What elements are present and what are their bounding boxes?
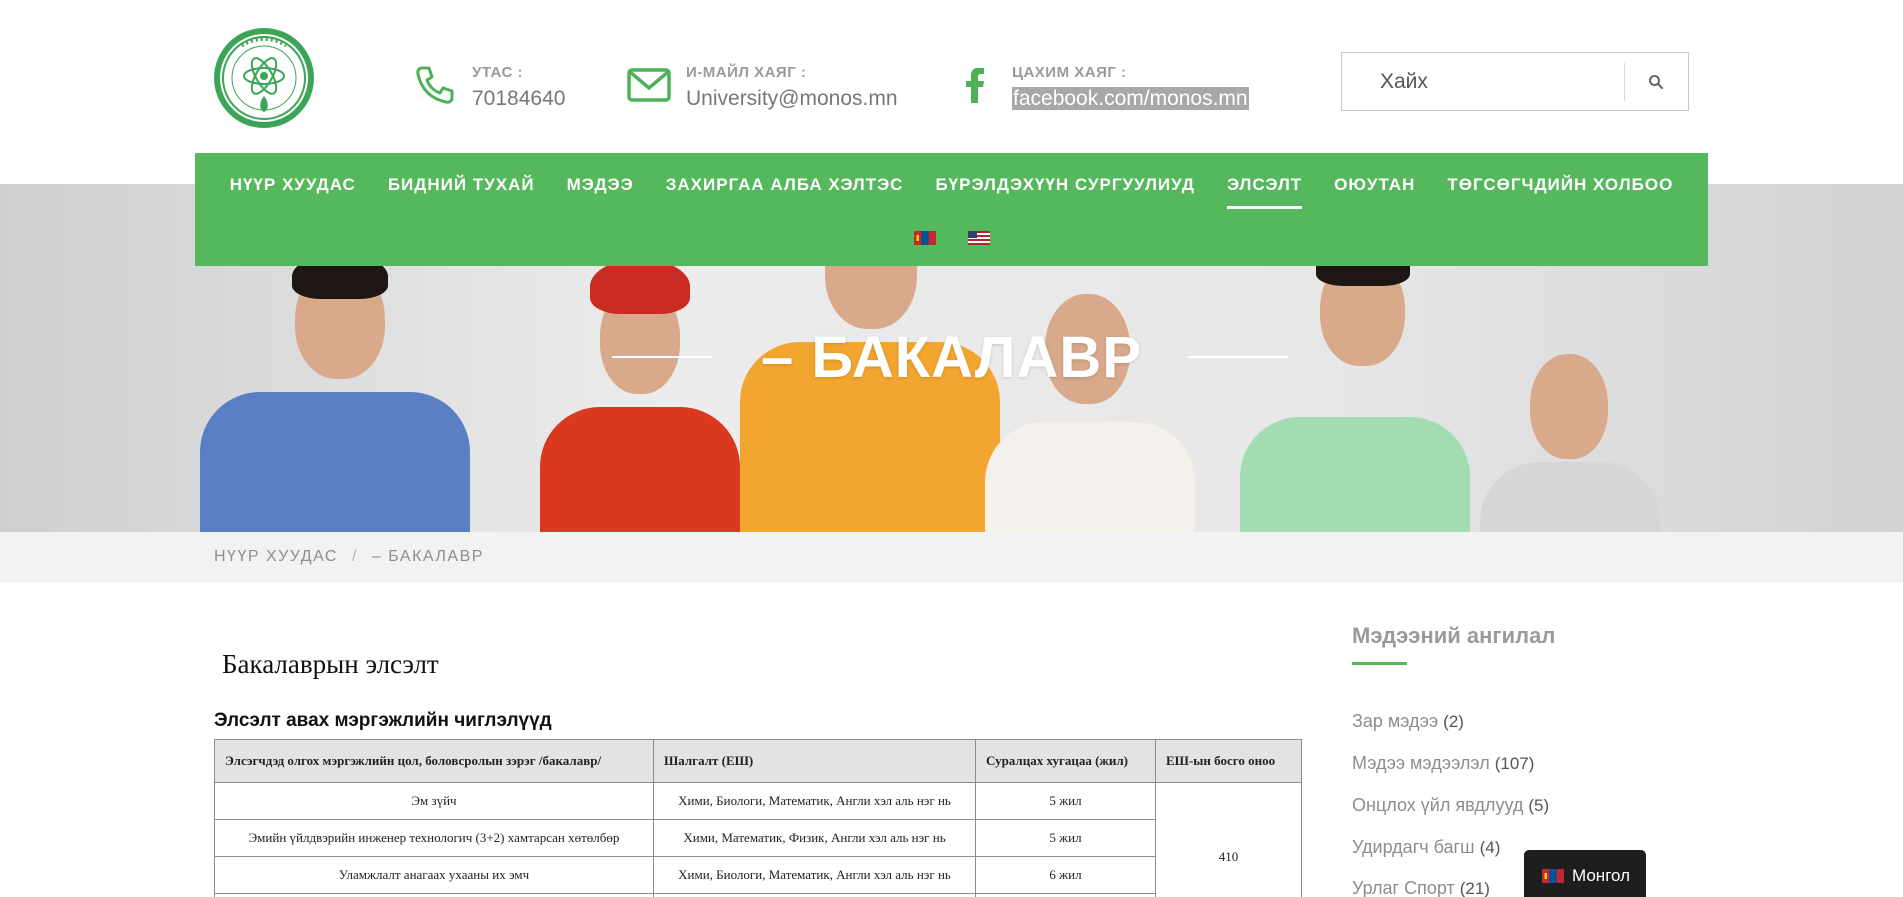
table-header: Шалгалт (ЕШ) <box>653 739 976 783</box>
email-label: И-МАЙЛ ХАЯГ : <box>686 64 807 81</box>
nav-item-alumni[interactable]: ТӨГСӨГЧДИЙН ХОЛБОО <box>1447 167 1673 209</box>
nav-item-home[interactable]: НҮҮР ХУУДАС <box>230 167 356 209</box>
category-name: Урлаг Спорт <box>1352 878 1455 897</box>
table-cell: 6 жил <box>975 856 1156 894</box>
category-name: Онцлох үйл явдлууд <box>1352 795 1524 815</box>
table-cell: Хими, Биологи, Математик, Англи хэл аль … <box>653 856 976 894</box>
search-input[interactable] <box>1342 53 1624 110</box>
phone-contact: УТАС : 70184640 <box>410 60 565 111</box>
search-icon <box>1649 74 1664 89</box>
nav-item-news[interactable]: МЭДЭЭ <box>567 167 634 209</box>
breadcrumb-separator: / <box>351 548 358 565</box>
email-address[interactable]: University@monos.mn <box>686 87 898 111</box>
search-box <box>1341 52 1689 111</box>
nav-item-administration[interactable]: ЗАХИРГАА АЛБА ХЭЛТЭС <box>666 167 904 209</box>
nav-item-admission[interactable]: ЭЛСЭЛТ <box>1226 167 1303 209</box>
university-logo[interactable] <box>212 26 316 130</box>
table-header: Элсэгчдэд олгох мэргэжлийн цол, боловсро… <box>214 739 654 783</box>
table-row: Эмийн үйлдвэрийн инженер технологич (3+2… <box>214 819 1302 857</box>
mongolia-flag-icon[interactable] <box>913 231 936 245</box>
language-switcher[interactable]: Монгол <box>1524 850 1646 897</box>
usa-flag-icon[interactable] <box>967 231 990 245</box>
sidebar-heading: Мэдээний ангилал <box>1352 623 1556 648</box>
table-cell <box>975 893 1156 897</box>
table-header: ЕШ-ын босго оноо <box>1155 739 1302 783</box>
table-cell: Эмийн үйлдвэрийн инженер технологич (3+2… <box>214 819 654 857</box>
table-row: Уламжлалт анагаах ухааны их эмч Хими, Би… <box>214 856 1302 894</box>
sidebar-heading-underline <box>1352 662 1407 665</box>
hero-title: – БАКАЛАВР <box>761 325 1142 390</box>
table-cell <box>214 893 654 897</box>
envelope-icon <box>624 60 674 110</box>
category-link[interactable]: Зар мэдээ (2) <box>1352 711 1464 732</box>
phone-number[interactable]: 70184640 <box>472 87 565 111</box>
category-name: Мэдээ мэдээлэл <box>1352 753 1490 773</box>
page-title: Бакалаврын элсэлт <box>222 649 439 679</box>
facebook-link[interactable]: facebook.com/monos.mn <box>1012 87 1249 110</box>
category-link[interactable]: Урлаг Спорт (21) <box>1352 878 1490 897</box>
table-cell <box>653 893 976 897</box>
category-link[interactable]: Мэдээ мэдээлэл (107) <box>1352 753 1534 774</box>
phone-icon <box>410 60 460 110</box>
social-contact: ЦАХИМ ХАЯГ : facebook.com/monos.mn <box>950 60 1249 111</box>
breadcrumb: НҮҮР ХУУДАС / – БАКАЛАВР <box>214 548 484 566</box>
facebook-icon[interactable] <box>950 60 1000 110</box>
category-count: (21) <box>1459 879 1490 897</box>
category-count: (4) <box>1479 838 1501 857</box>
breadcrumb-home[interactable]: НҮҮР ХУУДАС <box>214 548 338 566</box>
social-label: ЦАХИМ ХАЯГ : <box>1012 64 1127 81</box>
category-name: Зар мэдээ <box>1352 711 1439 731</box>
email-contact: И-МАЙЛ ХАЯГ : University@monos.mn <box>624 60 898 111</box>
category-link[interactable]: Удирдагч багш (4) <box>1352 837 1500 858</box>
phone-label: УТАС : <box>472 64 524 81</box>
admission-table: Элсэгчдэд олгох мэргэжлийн цол, боловсро… <box>214 739 1302 897</box>
category-link[interactable]: Онцлох үйл явдлууд (5) <box>1352 795 1549 816</box>
nav-item-schools[interactable]: БҮРЭЛДЭХҮҮН СУРГУУЛИУД <box>935 167 1195 209</box>
page: УТАС : 70184640 И-МАЙЛ ХАЯГ : University… <box>0 0 1903 897</box>
language-label: Монгол <box>1572 866 1631 885</box>
category-count: (2) <box>1443 712 1464 731</box>
table-header-row: Элсэгчдэд олгох мэргэжлийн цол, боловсро… <box>214 739 1302 783</box>
table-header: Суралцах хугацаа (жил) <box>975 739 1156 783</box>
table-cell: Эм зүйч <box>214 782 654 820</box>
breadcrumb-current: – БАКАЛАВР <box>371 548 484 565</box>
nav-item-students[interactable]: ОЮУТАН <box>1334 167 1415 209</box>
category-count: (5) <box>1528 796 1550 815</box>
section-title: Элсэлт авах мэргэжлийн чиглэлүүд <box>214 710 552 731</box>
table-cell: Хими, Математик, Физик, Англи хэл аль нэ… <box>653 819 976 857</box>
search-button[interactable] <box>1625 53 1688 110</box>
main-navigation: НҮҮР ХУУДАС БИДНИЙ ТУХАЙ МЭДЭЭ ЗАХИРГАА … <box>195 153 1708 266</box>
table-cell: 5 жил <box>975 819 1156 857</box>
mongolia-flag-icon <box>1542 869 1564 883</box>
category-count: (107) <box>1494 754 1535 773</box>
table-cell: Уламжлалт анагаах ухааны их эмч <box>214 856 654 894</box>
table-cell: Хими, Биологи, Математик, Англи хэл аль … <box>653 782 976 820</box>
table-cell: 5 жил <box>975 782 1156 820</box>
nav-item-about[interactable]: БИДНИЙ ТУХАЙ <box>388 167 535 209</box>
category-name: Удирдагч багш <box>1352 837 1475 857</box>
breadcrumb-bar: НҮҮР ХУУДАС / – БАКАЛАВР <box>0 532 1903 582</box>
table-row <box>214 893 1302 897</box>
threshold-cell: 410 <box>1155 782 1302 897</box>
table-row: Эм зүйч Хими, Биологи, Математик, Англи … <box>214 782 1302 897</box>
